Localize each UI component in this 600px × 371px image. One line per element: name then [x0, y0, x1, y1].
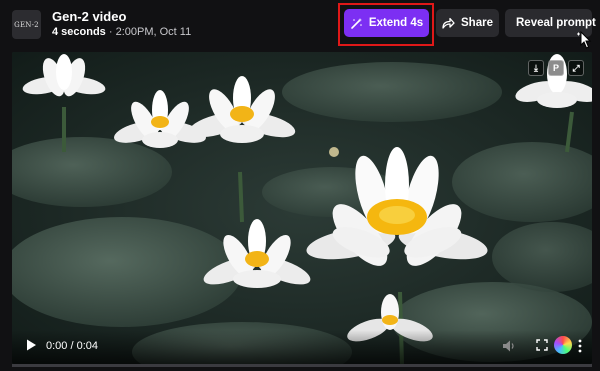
mouse-pointer-icon: [577, 30, 592, 49]
share-button-label: Share: [461, 17, 493, 29]
reveal-prompt-label: Reveal prompt: [516, 17, 596, 29]
gen2-logo: GEN-2: [12, 10, 41, 39]
video-toolbar: ⤓ P ⤢: [528, 60, 584, 76]
video-timestamp: 2:00PM, Oct 11: [115, 26, 192, 38]
share-button[interactable]: Share: [436, 9, 499, 37]
expand-icon[interactable]: ⤢: [568, 60, 584, 76]
more-options-icon[interactable]: [578, 339, 582, 353]
avatar[interactable]: [554, 336, 572, 354]
download-icon[interactable]: ⤓: [528, 60, 544, 76]
top-bar: GEN-2 Gen-2 video 4 seconds · 2:00PM, Oc…: [0, 0, 600, 50]
p-badge-button[interactable]: P: [548, 60, 564, 76]
video-title: Gen-2 video: [52, 9, 127, 24]
volume-icon[interactable]: [502, 339, 516, 353]
lotus-video-frame: [12, 52, 592, 364]
fullscreen-icon[interactable]: [536, 339, 548, 351]
video-meta: 4 seconds · 2:00PM, Oct 11: [52, 26, 191, 38]
play-icon[interactable]: [24, 338, 38, 352]
video-player[interactable]: ⤓ P ⤢ 0:00 / 0:04: [12, 52, 592, 364]
video-duration: 4 seconds: [52, 26, 106, 38]
extend-button-label: Extend 4s: [368, 17, 424, 29]
progress-bar[interactable]: [12, 364, 592, 367]
extend-button[interactable]: Extend 4s: [344, 9, 429, 37]
magic-wand-icon: [351, 17, 362, 29]
time-display: 0:00 / 0:04: [46, 340, 98, 352]
share-icon: [442, 17, 455, 29]
meta-separator: ·: [108, 26, 113, 38]
player-controls: 0:00 / 0:04: [12, 330, 592, 364]
